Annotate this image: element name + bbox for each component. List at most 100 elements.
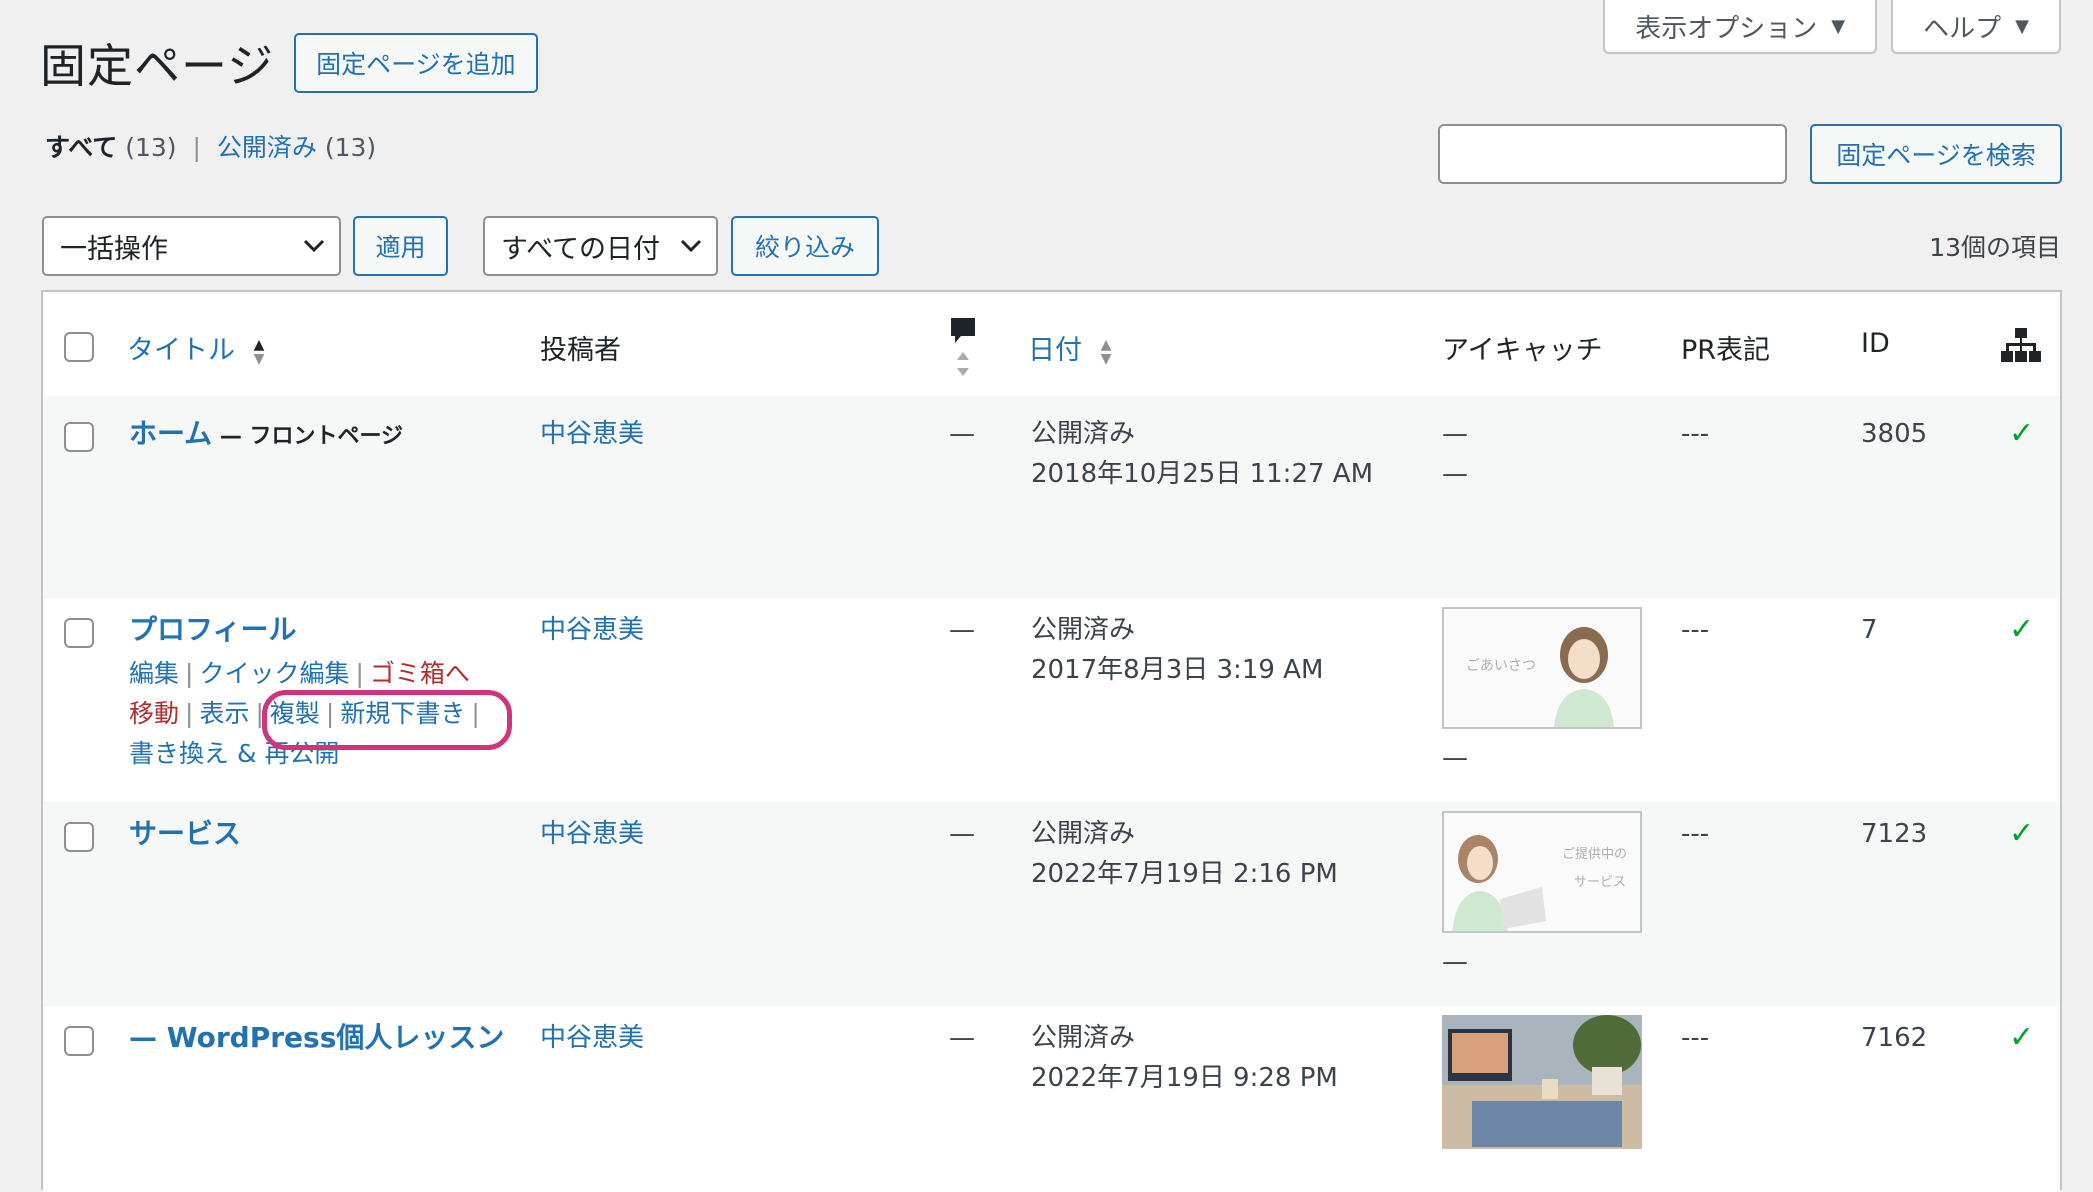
search-input[interactable] bbox=[1438, 124, 1787, 184]
page-title-link[interactable]: サービス bbox=[129, 814, 241, 854]
eyecatch-thumbnail[interactable] bbox=[1442, 1015, 1642, 1149]
pr-value: --- bbox=[1681, 1023, 1710, 1053]
table-row: ホーム — フロントページ 中谷恵美 — 公開済み 2018年10月25日 11… bbox=[43, 396, 2060, 598]
page-heading: 固定ページ 固定ページを追加 bbox=[40, 30, 538, 96]
sitemap-icon bbox=[2001, 328, 2041, 366]
thumbnail-text: サービス bbox=[1574, 875, 1627, 890]
action-trash-cont[interactable]: 移動 bbox=[129, 699, 179, 728]
eyecatch-cell: — — bbox=[1442, 414, 1468, 494]
checkmark-icon: ✓ bbox=[2009, 416, 2035, 451]
comment-count: — bbox=[949, 419, 975, 449]
thumbnail-text: ご提供中の bbox=[1562, 847, 1628, 862]
items-count: 13個の項目 bbox=[1929, 233, 2061, 262]
publish-date: 2018年10月25日 11:27 AM bbox=[1031, 459, 1374, 489]
chevron-down-icon bbox=[303, 234, 325, 259]
chevron-down-icon bbox=[680, 234, 702, 259]
sort-arrows-icon: ▲ ▼ bbox=[253, 336, 265, 367]
select-all-checkbox[interactable] bbox=[64, 332, 94, 362]
search-pages-button[interactable]: 固定ページを検索 bbox=[1810, 124, 2062, 184]
eyecatch-thumbnail[interactable]: ご提供中の サービス bbox=[1442, 811, 1642, 933]
checkmark-icon: ✓ bbox=[2009, 612, 2035, 647]
date-cell: 公開済み 2022年7月19日 2:16 PM bbox=[1031, 814, 1338, 894]
eyecatch-empty: — bbox=[1442, 419, 1468, 449]
column-pr: PR表記 bbox=[1681, 335, 1771, 366]
publish-status: 公開済み bbox=[1031, 615, 1136, 645]
add-new-page-button[interactable]: 固定ページを追加 bbox=[294, 33, 538, 93]
checkmark-icon: ✓ bbox=[2009, 816, 2035, 851]
publish-status: 公開済み bbox=[1031, 419, 1136, 449]
row-checkbox[interactable] bbox=[64, 422, 94, 452]
table-header: タイトル ▲ ▼ 投稿者 日付 ▲ ▼ アイキャッチ PR表記 ID bbox=[43, 292, 2060, 398]
separator: | bbox=[192, 133, 201, 162]
photo-desk-laptop-icon bbox=[1442, 1015, 1642, 1149]
pr-value: --- bbox=[1681, 615, 1710, 645]
date-cell: 公開済み 2017年8月3日 3:19 AM bbox=[1031, 610, 1323, 690]
pages-table: タイトル ▲ ▼ 投稿者 日付 ▲ ▼ アイキャッチ PR表記 ID ホーム —… bbox=[41, 290, 2062, 1192]
action-trash[interactable]: ゴミ箱へ bbox=[370, 659, 470, 688]
date-cell: 公開済み 2018年10月25日 11:27 AM bbox=[1031, 414, 1373, 494]
help-button[interactable]: ヘルプ ▼ bbox=[1891, 0, 2061, 54]
triangle-down-icon: ▼ bbox=[2015, 15, 2029, 37]
eyecatch-thumbnail[interactable]: ごあいさつ bbox=[1442, 607, 1642, 729]
view-published-count: (13) bbox=[324, 133, 377, 162]
comment-count: — bbox=[949, 819, 975, 849]
publish-date: 2022年7月19日 2:16 PM bbox=[1031, 859, 1338, 889]
id-value: 3805 bbox=[1861, 419, 1928, 449]
illustration-woman-laptop-icon bbox=[1452, 835, 1546, 931]
screen-options-label: 表示オプション bbox=[1635, 13, 1818, 44]
triangle-down-icon: ▼ bbox=[1831, 15, 1846, 37]
row-title-cell: ホーム — フロントページ bbox=[129, 414, 403, 457]
action-edit[interactable]: 編集 bbox=[129, 659, 179, 688]
bulk-action-value: 一括操作 bbox=[60, 233, 168, 265]
row-checkbox[interactable] bbox=[64, 618, 94, 648]
help-label: ヘルプ bbox=[1923, 13, 2002, 44]
post-state: — フロントページ bbox=[212, 424, 404, 449]
bulk-action-select[interactable]: 一括操作 bbox=[42, 216, 341, 276]
eyecatch-empty: — bbox=[1442, 459, 1468, 489]
checkmark-icon: ✓ bbox=[2009, 1020, 2035, 1055]
row-checkbox[interactable] bbox=[64, 1026, 94, 1056]
column-eyecatch: アイキャッチ bbox=[1442, 335, 1603, 366]
column-date-label[interactable]: 日付 bbox=[1028, 335, 1082, 366]
highlight-annotation bbox=[262, 690, 512, 750]
comment-count: — bbox=[949, 615, 975, 645]
column-title-label[interactable]: タイトル bbox=[127, 335, 235, 366]
column-author: 投稿者 bbox=[540, 335, 621, 366]
page-title-link[interactable]: プロフィール bbox=[129, 610, 296, 650]
id-value: 7 bbox=[1861, 615, 1878, 645]
table-row: — WordPress個人レッスン 中谷恵美 — 公開済み 2022年7月19日… bbox=[43, 1006, 2060, 1192]
sort-arrows-icon: ▲ ▼ bbox=[1100, 336, 1112, 367]
author-link[interactable]: 中谷恵美 bbox=[540, 1018, 644, 1058]
illustration-woman-icon bbox=[1554, 627, 1614, 727]
screen-options-button[interactable]: 表示オプション ▼ bbox=[1603, 0, 1878, 54]
eyecatch-empty: — bbox=[1442, 743, 1468, 773]
table-row: プロフィール 編集 | クイック編集 | ゴミ箱へ 移動 | 表示 | 複製 | 新規下書き | 書き… bbox=[43, 598, 2060, 802]
author-link[interactable]: 中谷恵美 bbox=[540, 610, 644, 650]
page-title-link[interactable]: — WordPress個人レッスン bbox=[129, 1018, 504, 1058]
page-title-link[interactable]: ホーム bbox=[129, 417, 212, 450]
view-all[interactable]: すべて bbox=[45, 133, 117, 162]
column-id: ID bbox=[1861, 328, 1890, 359]
id-value: 7162 bbox=[1861, 1023, 1928, 1053]
view-filters: すべて (13) | 公開済み (13) bbox=[45, 128, 376, 164]
author-link[interactable]: 中谷恵美 bbox=[540, 814, 644, 854]
column-date[interactable]: 日付 ▲ ▼ bbox=[1028, 328, 1111, 367]
date-filter-value: すべての日付 bbox=[501, 233, 661, 265]
action-view[interactable]: 表示 bbox=[199, 699, 249, 728]
author-link[interactable]: 中谷恵美 bbox=[540, 414, 644, 454]
publish-date: 2017年8月3日 3:19 AM bbox=[1031, 655, 1324, 685]
view-all-count: (13) bbox=[125, 133, 177, 162]
action-quick-edit[interactable]: クイック編集 bbox=[199, 659, 349, 688]
filter-button[interactable]: 絞り込み bbox=[731, 216, 879, 276]
row-checkbox[interactable] bbox=[64, 822, 94, 852]
apply-button[interactable]: 適用 bbox=[353, 216, 448, 276]
view-published[interactable]: 公開済み bbox=[217, 133, 317, 162]
table-row: サービス 中谷恵美 — 公開済み 2022年7月19日 2:16 PM ご提供中… bbox=[43, 802, 2060, 1006]
date-cell: 公開済み 2022年7月19日 9:28 PM bbox=[1031, 1018, 1338, 1098]
date-filter-select[interactable]: すべての日付 bbox=[483, 216, 718, 276]
comment-bubble-icon[interactable] bbox=[949, 316, 979, 382]
id-value: 7123 bbox=[1861, 819, 1928, 849]
thumbnail-text: ごあいさつ bbox=[1466, 658, 1536, 674]
column-title[interactable]: タイトル ▲ ▼ bbox=[127, 328, 264, 367]
screen-meta-links: 表示オプション ▼ ヘルプ ▼ bbox=[1603, 0, 2061, 54]
